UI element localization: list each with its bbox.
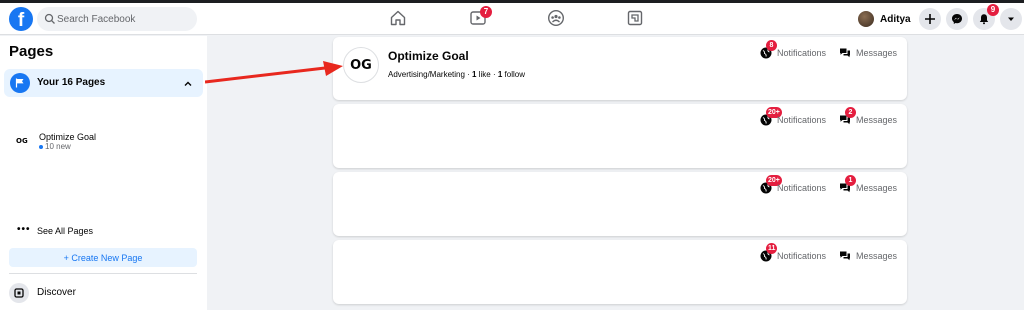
more-dots-icon: ••• [17, 224, 31, 235]
messages-label: Messages [856, 251, 898, 261]
top-navigation-bar: f 7 Aditya 9 [0, 3, 1024, 35]
caret-down-icon [1008, 17, 1014, 21]
flag-icon [10, 73, 30, 93]
messages-label: Messages [856, 115, 898, 125]
page-follow-label: follow [504, 70, 525, 79]
page-logo: OG [16, 137, 28, 145]
chevron-up-icon[interactable] [181, 77, 195, 91]
your-pages-label: Your 16 Pages [37, 77, 106, 88]
page-card[interactable]: 20+ Notifications 1 Messages [333, 172, 907, 236]
search-input[interactable] [57, 10, 193, 28]
page-name[interactable]: Optimize Goal [388, 49, 469, 63]
notifications-label: Notifications [777, 251, 827, 261]
notifications-label: Notifications [777, 115, 827, 125]
notifications-badge: 9 [987, 4, 999, 16]
page-like-label: like [478, 70, 491, 79]
page-card[interactable]: OG Optimize Goal Advertising/Marketing ·… [333, 37, 907, 100]
messenger-icon [952, 14, 962, 24]
plus-icon [925, 14, 935, 24]
your-pages-item[interactable]: Your 16 Pages [4, 69, 203, 97]
messages-label: Messages [856, 48, 898, 58]
annotation-arrow [205, 61, 343, 84]
bell-icon [979, 14, 989, 25]
see-all-pages-label: See All Pages [37, 226, 94, 236]
page-card[interactable]: 11 Notifications Messages [333, 240, 907, 304]
search-icon [44, 13, 55, 24]
notifications-label: Notifications [777, 48, 827, 58]
page-category: Advertising/Marketing [388, 70, 465, 79]
messages-count-badge: 1 [845, 175, 856, 186]
create-menu-button[interactable] [919, 8, 941, 30]
page-meta: Advertising/Marketing · 1 like · 1 follo… [388, 70, 525, 79]
watch-badge: 7 [480, 6, 492, 18]
sidebar-title: Pages [9, 43, 54, 60]
search-box[interactable] [37, 7, 197, 31]
messages-count-badge: 2 [845, 107, 856, 118]
messages-label: Messages [856, 183, 898, 193]
page-card[interactable]: 20+ Notifications 2 Messages [333, 104, 907, 168]
discover-icon [9, 283, 29, 303]
create-new-page-button[interactable]: + Create New Page [9, 248, 197, 267]
groups-icon[interactable] [547, 9, 565, 27]
account-menu-button[interactable] [1000, 8, 1022, 30]
page-like-count: 1 [472, 70, 477, 79]
messenger-button[interactable] [946, 8, 968, 30]
pages-sidebar: Pages Your 16 Pages OG Optimize Goal 10 … [0, 36, 207, 310]
notifications-label: Notifications [777, 183, 827, 193]
new-indicator-dot [39, 145, 43, 149]
profile-button[interactable]: Aditya [858, 8, 911, 30]
gaming-icon[interactable] [626, 9, 644, 27]
home-icon[interactable] [389, 9, 407, 27]
page-follow-count: 1 [497, 70, 503, 79]
avatar [858, 11, 874, 27]
sidebar-page-optimize-goal[interactable]: OG Optimize Goal 10 new [16, 130, 196, 160]
notifications-count-badge: 8 [766, 40, 777, 51]
page-avatar[interactable]: OG [343, 47, 379, 83]
sidebar-page-name: Optimize Goal [39, 132, 97, 142]
sidebar-page-new-count: 10 new [45, 142, 71, 151]
chat-bubbles-icon [840, 251, 850, 261]
sidebar-divider [9, 273, 197, 274]
facebook-logo[interactable]: f [9, 7, 33, 31]
chat-bubbles-icon [840, 48, 850, 58]
profile-name: Aditya [880, 13, 911, 25]
notifications-count-badge: 11 [766, 243, 778, 254]
discover-label: Discover [37, 287, 76, 298]
